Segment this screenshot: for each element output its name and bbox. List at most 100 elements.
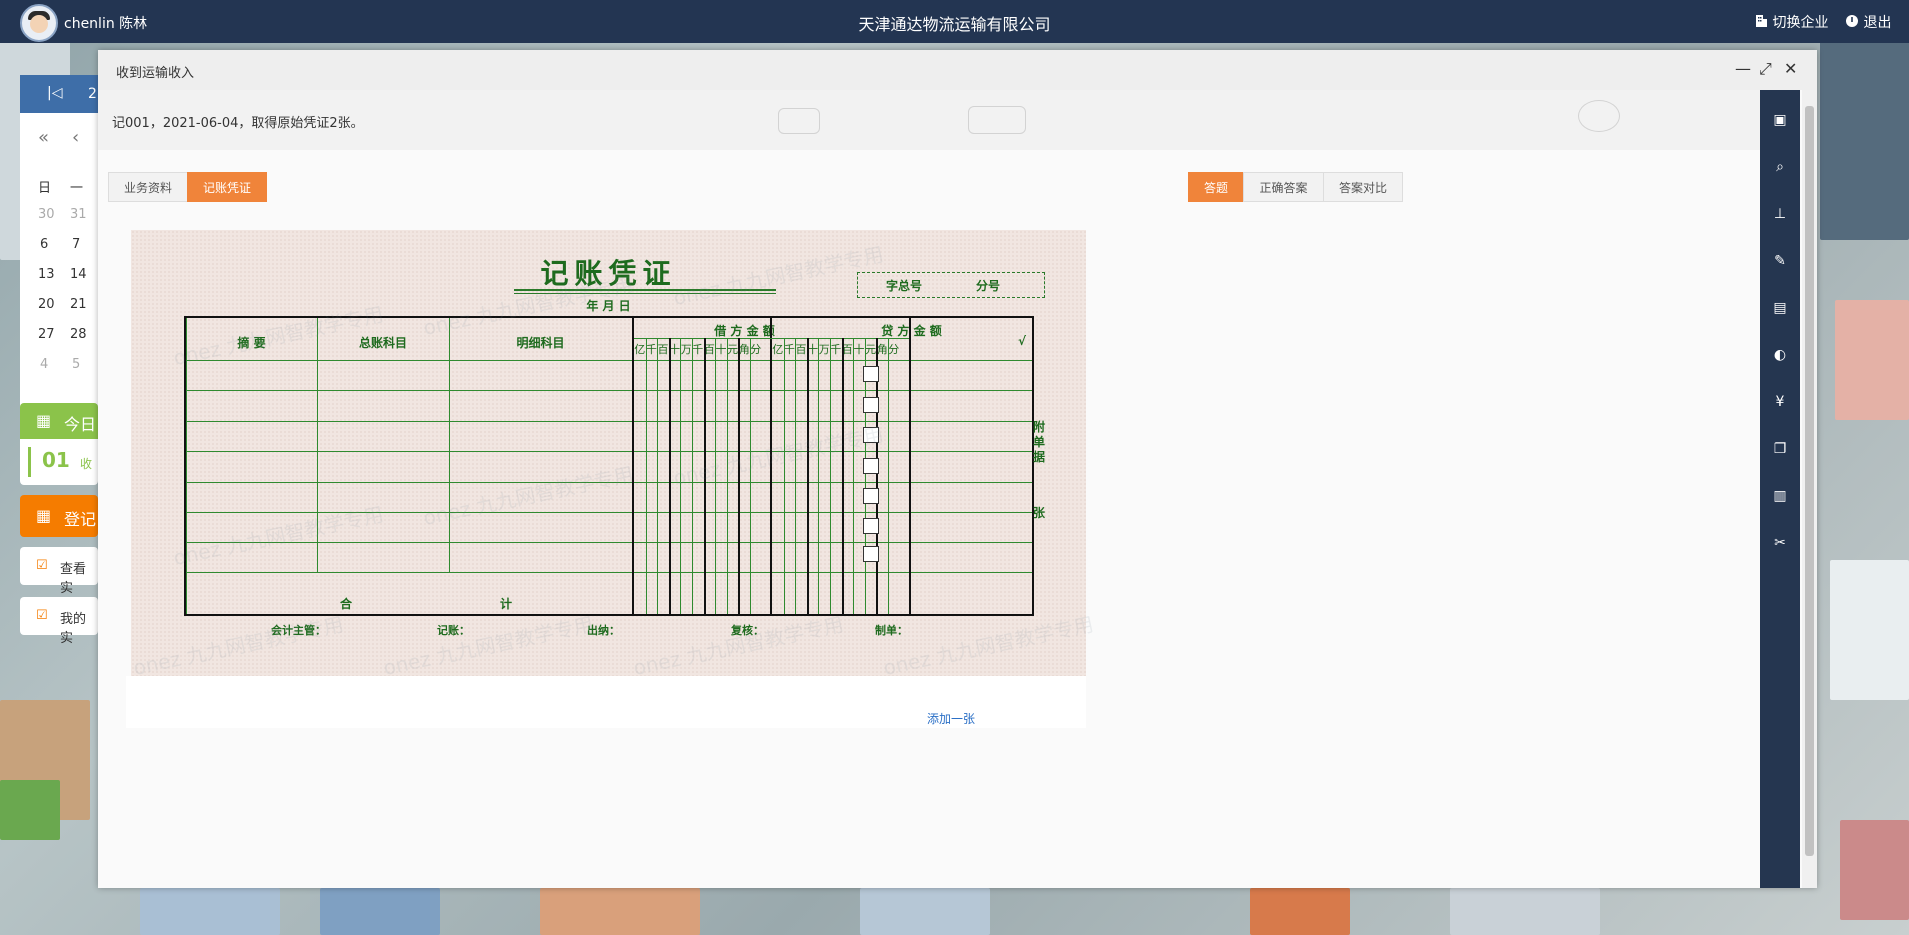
tab-voucher[interactable]: 记账凭证 (187, 172, 267, 202)
grid-line (186, 360, 1032, 361)
grid-line (750, 338, 751, 614)
col-debit: 借 方 金 额 (714, 324, 775, 338)
grid-line (632, 318, 634, 614)
save-icon[interactable]: ▣ (1772, 112, 1788, 128)
building-icon (1754, 14, 1768, 32)
watermark: onez 九九网智教学专用 (131, 611, 346, 680)
col-detail: 明细科目 (516, 336, 565, 350)
tab-business-info[interactable]: 业务资料 (108, 172, 188, 202)
cal-day[interactable]: 6 (40, 237, 48, 252)
row-checkbox[interactable] (863, 488, 879, 504)
cal-day[interactable]: 31 (70, 207, 87, 222)
tab-answer[interactable]: 答题 (1188, 172, 1244, 202)
calendar-header: |◁ 2 (20, 75, 98, 113)
row-checkbox[interactable] (863, 366, 879, 382)
row-checkbox[interactable] (863, 397, 879, 413)
tools-icon[interactable]: ✂ (1772, 535, 1788, 551)
decor-doodle (968, 106, 1026, 134)
grid-line (806, 338, 809, 614)
col-credit: 贷 方 金 额 (881, 324, 942, 338)
cal-day[interactable]: 21 (70, 297, 87, 312)
pen-icon[interactable]: ✎ (1772, 253, 1788, 269)
calendar-year: 2 (88, 86, 97, 102)
mine-button[interactable]: ☑ 我的实 (20, 597, 98, 646)
close-icon[interactable]: ✕ (1784, 59, 1797, 78)
grid-line (818, 338, 820, 614)
stamp-icon[interactable]: ⊥ (1772, 206, 1788, 222)
modal-scrollbar[interactable] (1802, 90, 1817, 888)
edit-doc-icon[interactable]: ▤ (1772, 300, 1788, 316)
cal-day[interactable]: 14 (70, 267, 87, 282)
row-checkbox[interactable] (863, 546, 879, 562)
prev-month-icon[interactable]: ‹ (72, 127, 79, 148)
today-number: 01 (42, 448, 70, 472)
right-toolbar: ▣ ⌕ ⊥ ✎ ▤ ◐ ¥ ❐ ▥ ✂ (1760, 90, 1800, 888)
grid-line (770, 318, 772, 614)
checkbox-icon: ☑ (36, 558, 48, 573)
today-item[interactable]: 收 (80, 455, 92, 472)
logout-button[interactable]: 退出 (1845, 12, 1891, 32)
voucher-info: 记001，2021-06-04，取得原始凭证2张。 (112, 116, 364, 131)
row-checkbox[interactable] (863, 458, 879, 474)
grid-line (888, 338, 889, 614)
toggle-icon[interactable]: ◐ (1772, 347, 1788, 363)
zhang-label: 张 (1033, 506, 1046, 520)
watermark: onez 九九网智教学专用 (881, 611, 1096, 680)
col-ledger: 总账科目 (358, 336, 407, 350)
cal-day[interactable]: 4 (40, 357, 48, 372)
tab-correct-answer[interactable]: 正确答案 (1243, 172, 1324, 202)
grid-line (317, 318, 318, 572)
view-label: 查看实 (60, 562, 87, 596)
search-icon[interactable]: ⌕ (1772, 159, 1788, 175)
grid-line (186, 542, 1032, 543)
grid-line (795, 338, 797, 614)
row-checkbox[interactable] (863, 427, 879, 443)
grid-line (186, 482, 1032, 483)
grid-line (726, 338, 728, 614)
digit-header: 千 (830, 343, 842, 356)
footer-reviewer: 复核： (731, 624, 764, 637)
copy-icon[interactable]: ❐ (1772, 441, 1788, 457)
weekday-sun: 日 (38, 181, 52, 196)
maximize-icon[interactable]: ⤢ (1759, 59, 1772, 79)
add-voucher-link[interactable]: 添加一张 (927, 710, 975, 727)
yuan-icon[interactable]: ¥ (1772, 394, 1788, 410)
digit-header: 亿 (634, 343, 646, 356)
grid-line (853, 338, 855, 614)
cal-day[interactable]: 30 (38, 207, 55, 222)
cal-day[interactable]: 7 (72, 237, 80, 252)
col-summary: 摘 要 (237, 336, 266, 350)
voucher-number-box[interactable]: 字总号 分号 (857, 272, 1045, 298)
switch-company-button[interactable]: 切换企业 (1754, 12, 1828, 32)
cal-day[interactable]: 28 (70, 327, 87, 342)
decor-doodle (778, 108, 820, 134)
register-header[interactable]: ▦ 登记 (20, 495, 98, 537)
voucher-date[interactable]: 年 月 日 (131, 297, 1086, 314)
tab-answer-compare[interactable]: 答案对比 (1323, 172, 1403, 202)
view-button[interactable]: ☑ 查看实 (20, 547, 98, 596)
voucher-form: 记账凭证 年 月 日 字总号 分号 摘 要 总账科目 明细科目 借 方 金 额 … (131, 230, 1096, 680)
prev-year-icon[interactable]: « (38, 127, 49, 148)
attachments-label: 附单据 (1033, 420, 1046, 464)
total-label: 计 (499, 597, 512, 611)
grid-line (680, 338, 682, 614)
cal-day[interactable]: 27 (38, 327, 55, 342)
cal-day[interactable]: 5 (72, 357, 80, 372)
digit-header: 元 (865, 343, 877, 356)
building-icon[interactable]: ▥ (1772, 488, 1788, 504)
grid-line (634, 338, 909, 339)
today-header: ▦ 今日 (20, 403, 98, 439)
row-checkbox[interactable] (863, 518, 879, 534)
digit-header: 百 (795, 343, 807, 356)
minimize-icon[interactable]: — (1735, 59, 1751, 78)
cal-day[interactable]: 20 (38, 297, 55, 312)
grid-line (449, 318, 450, 572)
mine-label: 我的实 (60, 612, 87, 646)
cal-day[interactable]: 13 (38, 267, 55, 282)
scrollbar-thumb[interactable] (1805, 106, 1814, 856)
digit-header: 十 (715, 343, 727, 356)
first-page-icon[interactable]: |◁ (47, 85, 62, 101)
weekday-mon: 一 (70, 181, 84, 196)
footer-supervisor: 会计主管： (271, 624, 326, 637)
grid-line (186, 451, 1032, 452)
